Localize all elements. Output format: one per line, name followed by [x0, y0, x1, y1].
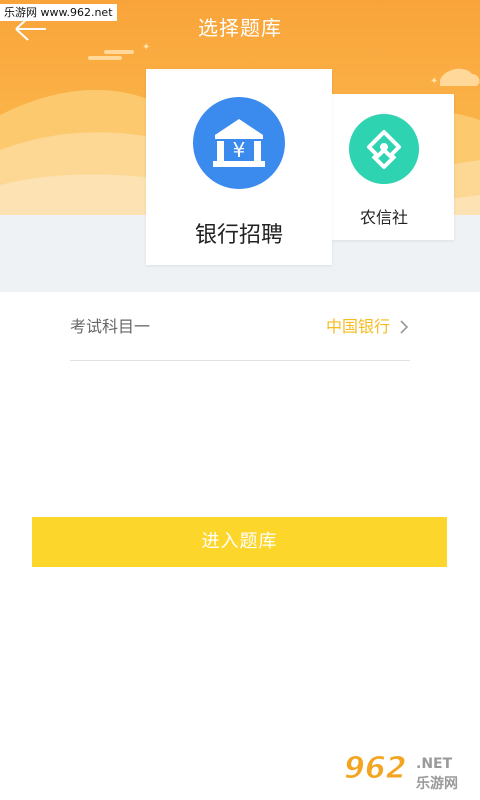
svg-text:.NET: .NET — [416, 756, 453, 772]
svg-text:¥: ¥ — [233, 138, 246, 162]
category-card-bank-recruit[interactable]: ¥ 银行招聘 — [146, 69, 332, 265]
svg-text:✦: ✦ — [142, 42, 150, 53]
enter-question-bank-button[interactable]: 进入题库 — [32, 517, 447, 567]
svg-text:✦: ✦ — [430, 76, 438, 87]
svg-text:962: 962 — [344, 751, 407, 786]
chevron-right-icon — [400, 320, 409, 334]
subject-value: 中国银行 — [325, 317, 390, 336]
category-label: 农信社 — [359, 208, 408, 227]
watermark-text: 乐游网 www.962.net — [0, 4, 117, 21]
svg-text:乐游网: 乐游网 — [416, 775, 458, 792]
rural-credit-icon — [349, 114, 419, 184]
subject-label: 考试科目一 — [70, 317, 151, 336]
subject-select-row[interactable]: 考试科目一 中国银行 — [70, 312, 410, 361]
category-label: 银行招聘 — [194, 223, 283, 248]
category-card-rural-credit[interactable]: 农信社 — [332, 94, 454, 240]
watermark-logo: 962 .NET 乐游网 — [342, 748, 472, 794]
bank-icon: ¥ — [193, 97, 285, 189]
